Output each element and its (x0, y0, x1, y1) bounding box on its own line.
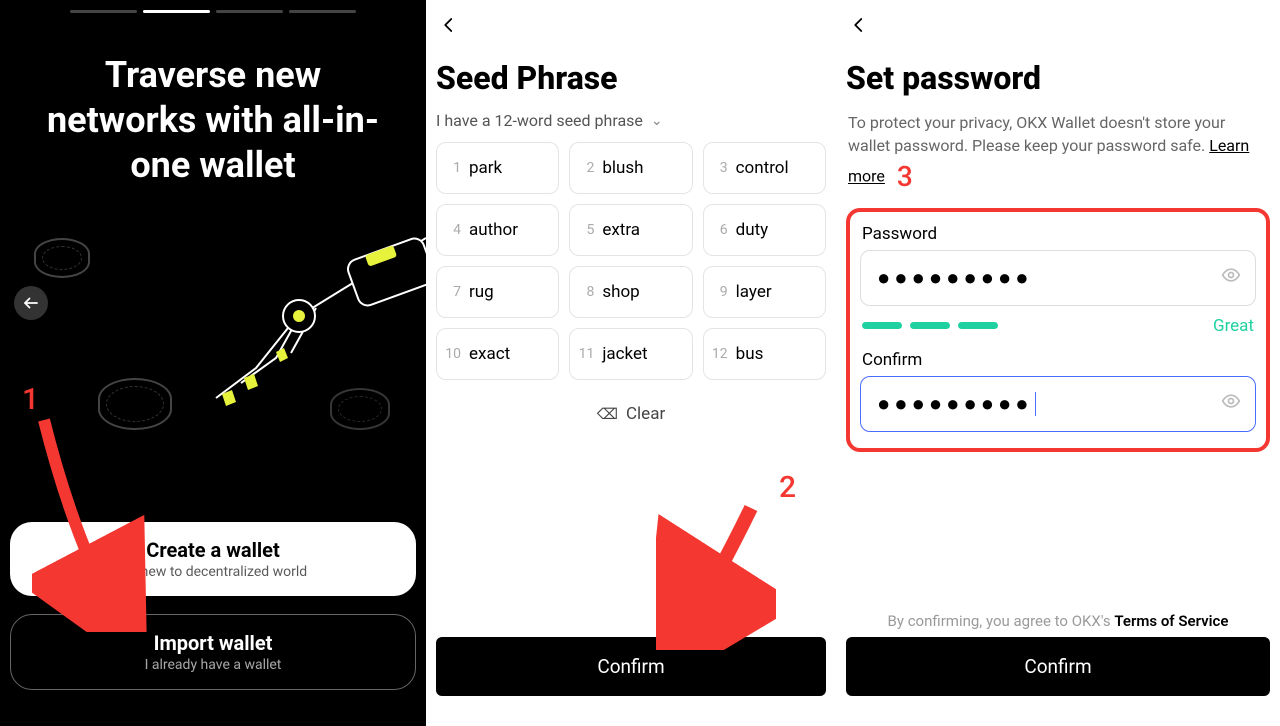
seed-word-input[interactable]: 12 bus (703, 328, 826, 380)
hero-title: Traverse new networks with all-in-one wa… (10, 13, 416, 188)
confirm-button[interactable]: Confirm (436, 637, 826, 696)
set-password-panel: Set password To protect your privacy, OK… (836, 0, 1280, 726)
seed-word-input[interactable]: 7 rug (436, 266, 559, 318)
seed-word: control (736, 158, 789, 178)
clear-button[interactable]: ⌫ Clear (436, 404, 826, 424)
confirm-label: Confirm (1024, 655, 1091, 678)
strength-indicator: Great (862, 316, 1254, 336)
tos-link[interactable]: Terms of Service (1114, 612, 1228, 630)
seed-word: author (469, 220, 518, 240)
seed-index: 3 (712, 160, 728, 176)
annotation-3: 3 (897, 160, 913, 193)
seed-word-input[interactable]: 10 exact (436, 328, 559, 380)
back-button[interactable] (846, 0, 872, 41)
confirm-password-input[interactable]: ●●●●●●●●● (860, 376, 1256, 432)
seed-index: 8 (578, 284, 594, 300)
chevron-left-icon (850, 16, 868, 34)
seed-word-input[interactable]: 6 duty (703, 204, 826, 256)
seed-index: 1 (445, 160, 461, 176)
seed-index: 12 (712, 346, 728, 362)
seed-word-input[interactable]: 4 author (436, 204, 559, 256)
seed-word-input[interactable]: 2 blush (569, 142, 692, 194)
create-wallet-title: Create a wallet (20, 538, 406, 562)
phrase-length-selector[interactable]: I have a 12-word seed phrase ⌄ (436, 111, 826, 142)
seed-index: 4 (445, 222, 461, 238)
seed-word-input[interactable]: 5 extra (569, 204, 692, 256)
seed-index: 6 (712, 222, 728, 238)
seed-index: 11 (578, 346, 594, 362)
create-wallet-subtitle: I'm new to decentralized world (20, 564, 406, 580)
annotation-highlight-box: Password ●●●●●●●●● Great Confirm ●●●●●●●… (846, 208, 1270, 452)
screen-title: Set password (846, 41, 1270, 111)
selector-label: I have a 12-word seed phrase (436, 111, 643, 130)
progress-indicator (10, 0, 416, 13)
import-wallet-button[interactable]: Import wallet I already have a wallet (10, 614, 416, 690)
confirm-value: ●●●●●●●●● (877, 391, 1033, 417)
seed-index: 7 (445, 284, 461, 300)
screen-title: Seed Phrase (436, 41, 826, 111)
seed-word: exact (469, 344, 510, 364)
create-wallet-button[interactable]: Create a wallet I'm new to decentralized… (10, 522, 416, 596)
seed-word: bus (736, 344, 764, 364)
confirm-button[interactable]: Confirm (846, 637, 1270, 696)
seed-word-input[interactable]: 1 park (436, 142, 559, 194)
description-text: To protect your privacy, OKX Wallet does… (848, 113, 1225, 155)
chevron-left-icon (440, 16, 458, 34)
confirm-label: Confirm (860, 348, 1256, 376)
button-stack: Create a wallet I'm new to decentralized… (10, 522, 416, 690)
seed-word-input[interactable]: 9 layer (703, 266, 826, 318)
clear-icon: ⌫ (597, 405, 618, 423)
seed-word-input[interactable]: 11 jacket (569, 328, 692, 380)
annotation-1: 1 (22, 382, 39, 417)
seed-word-input[interactable]: 3 control (703, 142, 826, 194)
robot-hand-illustration (126, 228, 426, 408)
seed-word: rug (469, 282, 494, 302)
seed-phrase-panel: Seed Phrase I have a 12-word seed phrase… (426, 0, 836, 726)
password-value: ●●●●●●●●● (877, 265, 1033, 291)
seed-index: 5 (578, 222, 594, 238)
password-label: Password (860, 222, 1256, 250)
hero-art (10, 198, 416, 458)
strength-bars (862, 322, 998, 329)
seed-word: blush (602, 158, 643, 178)
seed-word: extra (602, 220, 640, 240)
seed-word: duty (736, 220, 769, 240)
password-input[interactable]: ●●●●●●●●● (860, 250, 1256, 306)
seed-index: 9 (712, 284, 728, 300)
eye-icon[interactable] (1221, 391, 1241, 416)
seed-index: 10 (445, 346, 461, 362)
seed-word-input[interactable]: 8 shop (569, 266, 692, 318)
annotation-arrow-2 (656, 500, 776, 650)
clear-label: Clear (626, 404, 665, 424)
seed-grid: 1 park 2 blush 3 control 4 author 5 extra 6 duty 7 ru… (436, 142, 826, 380)
seed-index: 2 (578, 160, 594, 176)
onboarding-panel: Traverse new networks with all-in-one wa… (0, 0, 426, 726)
seed-word: park (469, 158, 502, 178)
seed-word: layer (736, 282, 772, 302)
tos-text: By confirming, you agree to OKX's Terms … (846, 612, 1270, 630)
import-wallet-title: Import wallet (21, 631, 405, 655)
chevron-down-icon: ⌄ (651, 113, 663, 129)
confirm-label: Confirm (597, 655, 664, 678)
back-button[interactable] (436, 0, 462, 41)
annotation-2: 2 (779, 470, 796, 505)
description: To protect your privacy, OKX Wallet does… (846, 111, 1270, 204)
seed-word: jacket (602, 344, 647, 364)
seed-word: shop (602, 282, 639, 302)
tos-prefix: By confirming, you agree to OKX's (888, 612, 1115, 630)
import-wallet-subtitle: I already have a wallet (21, 657, 405, 673)
strength-label: Great (1213, 316, 1254, 336)
eye-icon[interactable] (1221, 265, 1241, 290)
